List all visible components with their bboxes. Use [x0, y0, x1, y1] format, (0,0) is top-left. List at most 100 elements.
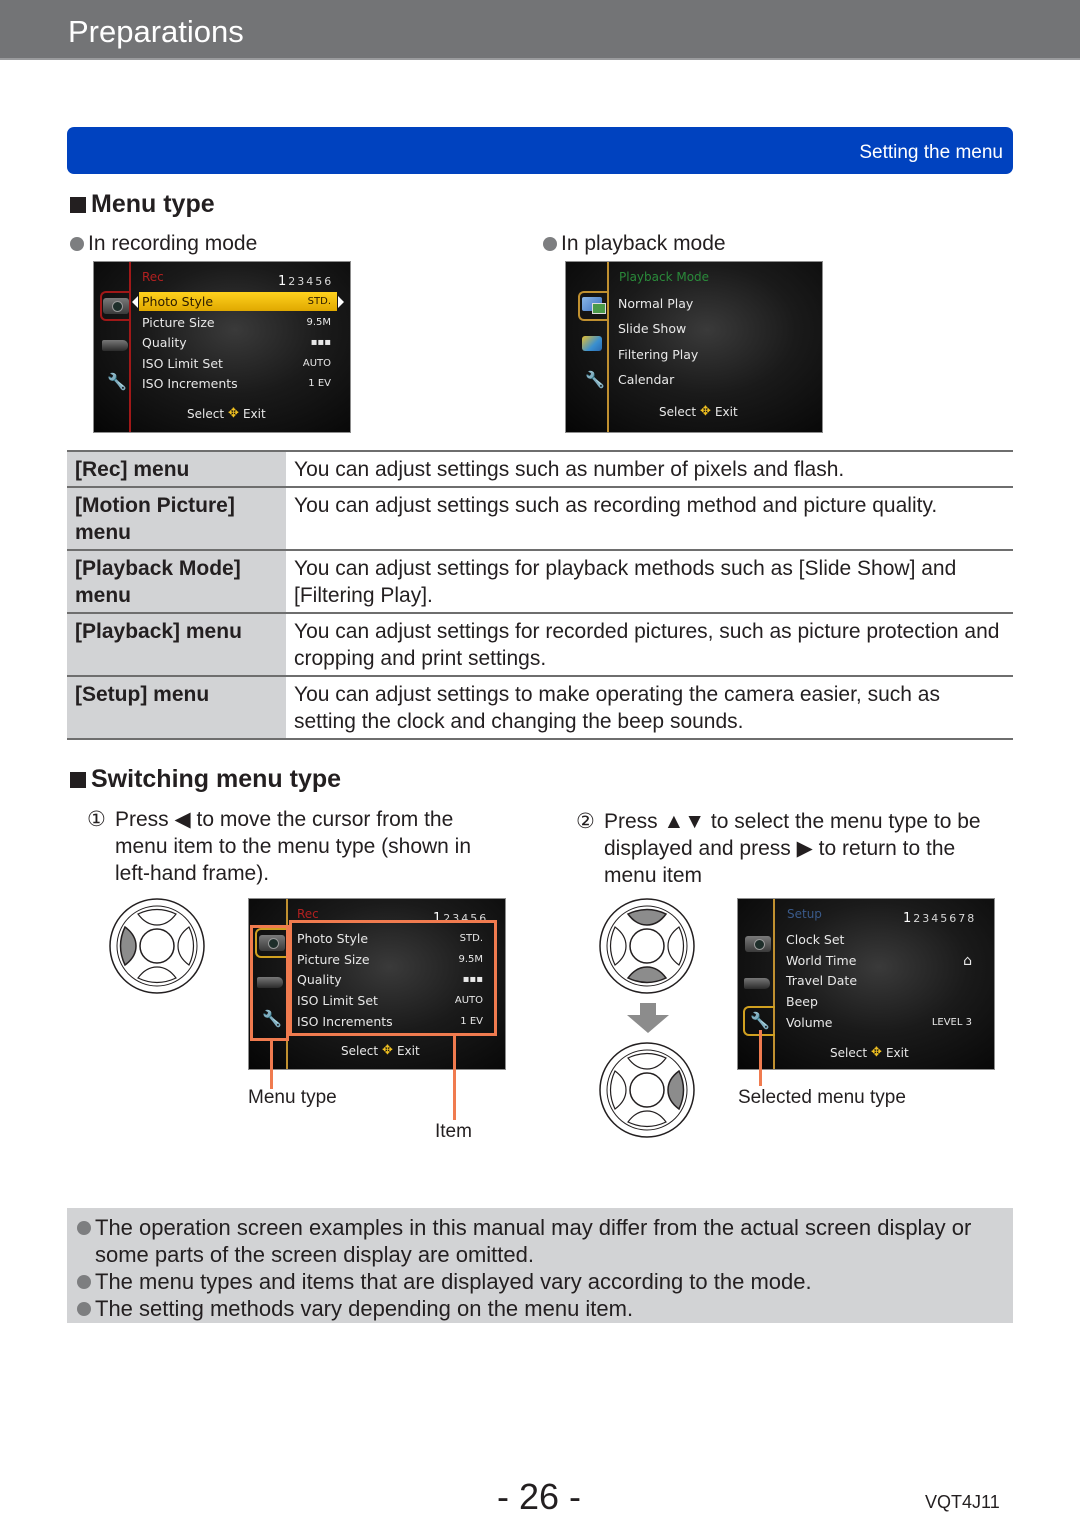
playback-mode-icon[interactable] — [582, 297, 606, 314]
selected-menu-type-leader-line — [759, 1030, 762, 1086]
item-value: 1 EV — [308, 378, 331, 389]
menu-item[interactable]: Normal Play — [618, 294, 808, 313]
other-pages: 2345678 — [913, 912, 977, 925]
menu-name: [Motion Picture] menu — [67, 486, 286, 550]
control-dial-up-down-pressed[interactable] — [598, 897, 696, 995]
item-label: Travel Date — [786, 973, 858, 988]
step-text: Press ◀ to move the cursor from the menu… — [115, 808, 472, 885]
joystick-icon: ✥ — [700, 404, 711, 419]
exit-hint: Exit — [396, 1043, 420, 1058]
menu-type-table: [Rec] menu You can adjust settings such … — [67, 450, 1013, 740]
joystick-icon: ✥ — [382, 1043, 393, 1058]
item-label: ISO Increments — [142, 376, 238, 391]
menu-item[interactable]: Picture Size 9.5M — [142, 313, 337, 332]
camera-icon[interactable] — [745, 936, 771, 952]
select-hint: Select — [830, 1045, 868, 1060]
menu-item[interactable]: Volume LEVEL 3 — [786, 1013, 978, 1032]
table-row: [Setup] menu You can adjust settings to … — [67, 675, 1013, 740]
caption-menu-type: Menu type — [248, 1087, 337, 1108]
exit-hint: Exit — [714, 404, 738, 419]
video-camera-icon[interactable] — [102, 340, 128, 351]
menu-header: Setup — [787, 907, 822, 921]
page-indicator: 123456 — [278, 274, 333, 289]
caption-item: Item — [435, 1121, 472, 1142]
switching-heading: Switching menu type — [70, 765, 341, 794]
menu-item[interactable]: ISO Increments 1 EV — [142, 374, 337, 393]
wrench-icon[interactable]: 🔧 — [750, 1011, 770, 1030]
screen-footer: Select ✥ Exit — [659, 404, 738, 419]
step-1: ① Press ◀ to move the cursor from the me… — [87, 806, 507, 887]
page-indicator: 12345678 — [903, 911, 976, 926]
item-label: Photo Style — [142, 294, 214, 309]
item-label: Normal Play — [618, 296, 694, 311]
bullet-icon — [77, 1221, 91, 1235]
caption-selected-menu-type: Selected menu type — [738, 1087, 906, 1108]
label-text: In recording mode — [88, 232, 258, 255]
item-value: LEVEL 3 — [931, 1017, 972, 1028]
screen-footer: Select ✥ Exit — [187, 406, 266, 421]
menu-header: Rec — [142, 270, 164, 284]
note-item: The menu types and items that are displa… — [77, 1268, 1003, 1295]
wrench-icon[interactable]: 🔧 — [585, 370, 605, 389]
step-number: ① — [87, 808, 106, 831]
control-dial-right-pressed[interactable] — [598, 1041, 696, 1139]
menu-item[interactable]: World Time ⌂ — [786, 951, 978, 970]
wrench-icon[interactable]: 🔧 — [107, 372, 127, 391]
menu-item[interactable]: Calendar — [618, 370, 808, 389]
playback-mode-label: In playback mode — [543, 232, 726, 256]
table-row: [Playback] menu You can adjust settings … — [67, 612, 1013, 676]
item-label: Calendar — [618, 372, 675, 387]
menu-header: Rec — [297, 907, 319, 921]
playback-folder-icon[interactable] — [582, 336, 602, 351]
left-arrow-icon — [132, 296, 138, 308]
menu-item[interactable]: Filtering Play — [618, 345, 808, 364]
item-leader-line — [453, 1036, 456, 1120]
bullet-icon — [77, 1275, 91, 1289]
menu-header: Playback Mode — [619, 270, 710, 284]
video-camera-icon[interactable] — [744, 978, 770, 989]
control-dial-left-pressed[interactable] — [108, 897, 206, 995]
item-highlight-frame — [289, 920, 497, 1036]
playback-menu-screen: 🔧 Playback Mode Normal Play Slide Show F… — [565, 261, 823, 433]
item-label: Picture Size — [142, 315, 215, 330]
table-row: [Motion Picture] menu You can adjust set… — [67, 486, 1013, 550]
document-code: VQT4J11 — [925, 1492, 1000, 1512]
menu-item[interactable]: Travel Date — [786, 971, 978, 990]
select-hint: Select — [187, 406, 225, 421]
menu-item[interactable]: Beep — [786, 992, 978, 1011]
menu-name: [Playback] menu — [67, 612, 286, 676]
select-hint: Select — [659, 404, 697, 419]
menu-item[interactable]: Clock Set — [786, 930, 978, 949]
exit-hint: Exit — [885, 1045, 909, 1060]
right-arrow-icon — [338, 296, 344, 308]
item-label: World Time — [786, 953, 857, 968]
menu-item[interactable]: Slide Show — [618, 319, 808, 338]
item-label: Slide Show — [618, 321, 687, 336]
item-value: 9.5M — [306, 317, 331, 328]
item-value: STD. — [307, 296, 331, 307]
step-2: ② Press ▲▼ to select the menu type to be… — [576, 808, 1006, 889]
home-icon: ⌂ — [963, 952, 972, 969]
setup-menu-screen: 🔧 Setup 12345678 Clock Set World Time ⌂ T… — [737, 898, 995, 1070]
menu-item[interactable]: Quality ▪▪▪ — [142, 333, 337, 352]
camera-icon[interactable] — [103, 298, 129, 314]
menu-name: [Setup] menu — [67, 675, 286, 740]
item-value: ▪▪▪ — [310, 337, 331, 348]
menu-description: You can adjust settings to make operatin… — [286, 675, 1013, 740]
down-arrow-icon — [627, 1003, 669, 1033]
menu-name: [Rec] menu — [67, 450, 286, 487]
menu-item-photo-style[interactable]: Photo Style STD. — [139, 292, 337, 311]
chapter-header: Preparations — [0, 0, 1080, 60]
menu-item[interactable]: ISO Limit Set AUTO — [142, 354, 337, 373]
step-text: Press ▲▼ to select the menu type to be d… — [604, 810, 981, 887]
note-text: The operation screen examples in this ma… — [95, 1215, 972, 1267]
recording-mode-label: In recording mode — [70, 232, 257, 256]
menu-type-highlight-frame — [250, 925, 289, 1041]
other-pages: 23456 — [288, 275, 334, 288]
menu-description: You can adjust settings such as recordin… — [286, 486, 1013, 550]
screen-footer: Select ✥ Exit — [341, 1043, 420, 1058]
square-bullet-icon — [70, 771, 86, 788]
heading-text: Switching menu type — [91, 765, 342, 793]
section-label[interactable]: Setting the menu — [859, 142, 1003, 164]
item-label: ISO Limit Set — [142, 356, 223, 371]
